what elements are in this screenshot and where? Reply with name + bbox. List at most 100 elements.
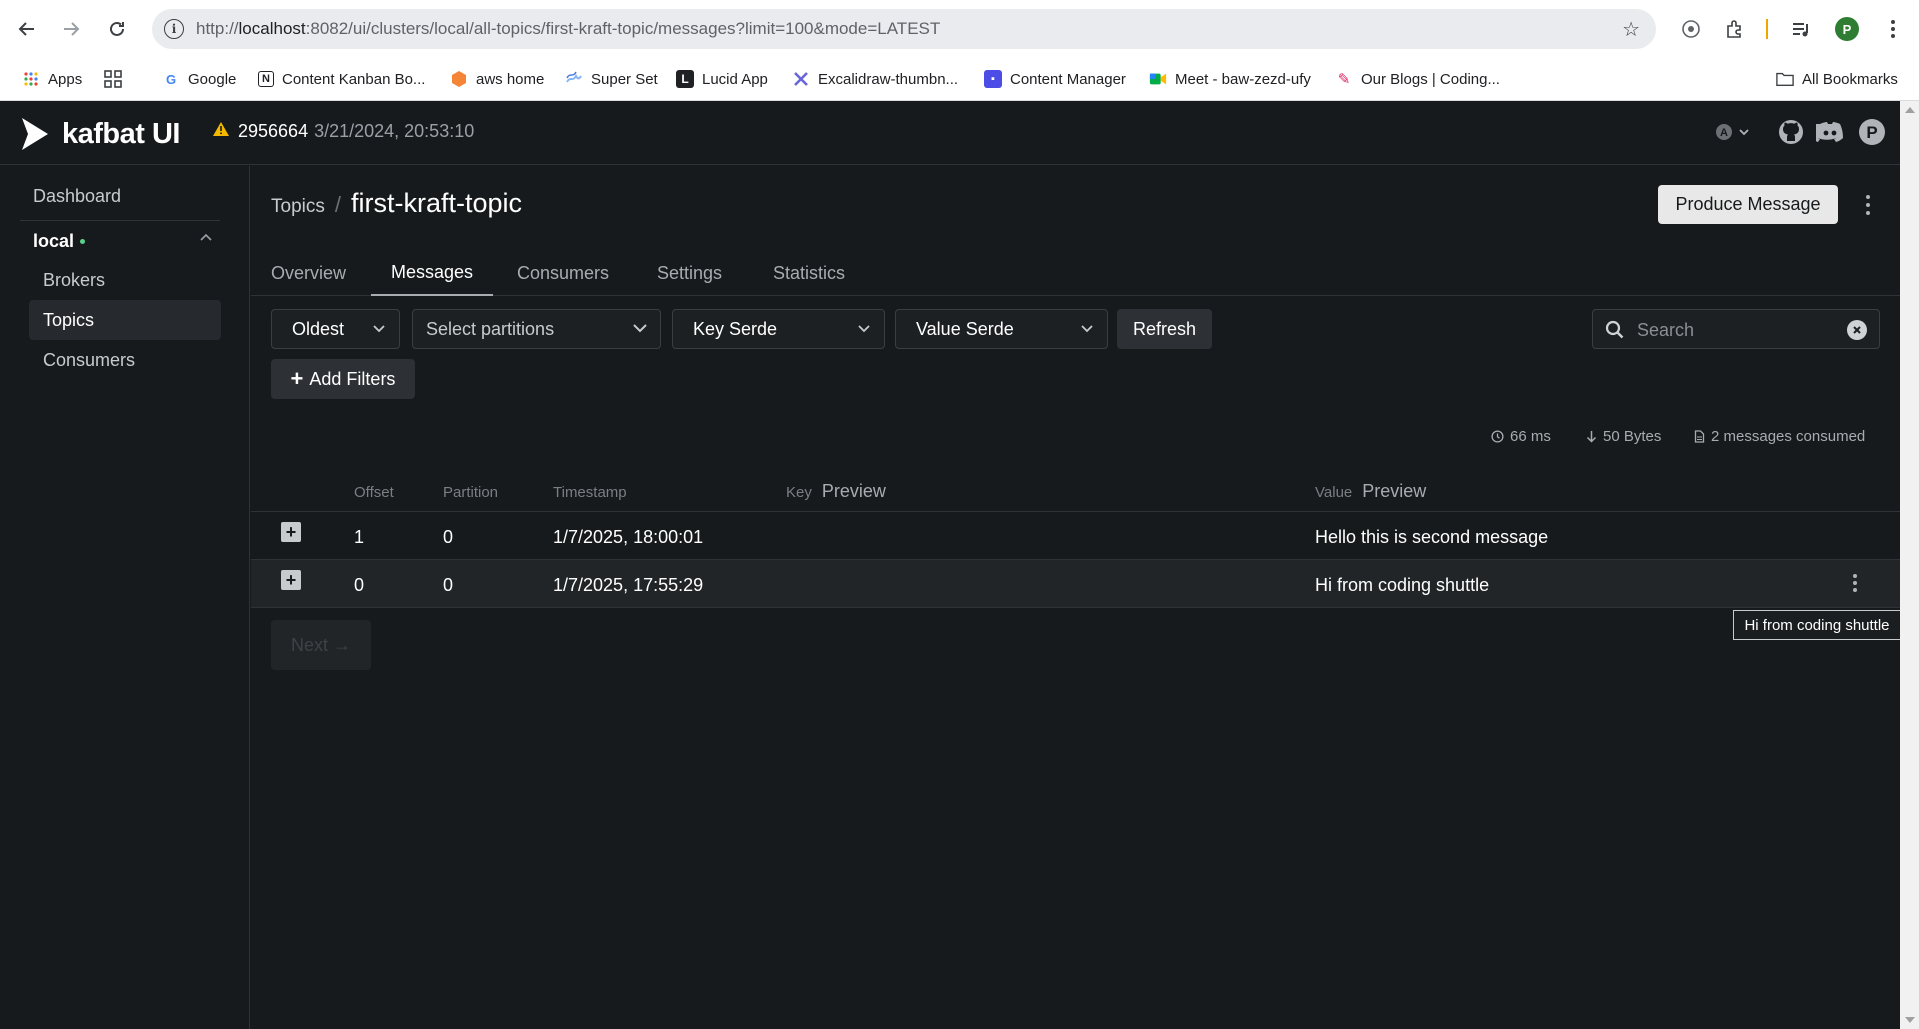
- cell-timestamp: 1/7/2025, 17:55:29: [553, 575, 704, 595]
- search-input[interactable]: [1637, 316, 1837, 344]
- warning-icon: [212, 121, 230, 142]
- version-number[interactable]: 2956664: [238, 121, 308, 142]
- bookmark-star-icon[interactable]: ☆: [1622, 17, 1640, 42]
- key-serde-select[interactable]: Key Serde: [672, 309, 885, 349]
- next-page-button[interactable]: Next →: [271, 620, 371, 670]
- search-icon: [1605, 320, 1624, 339]
- bookmark-meet[interactable]: Meet - baw-zezd-ufy: [1149, 68, 1311, 90]
- page-scrollbar[interactable]: [1900, 101, 1919, 1029]
- media-control-icon[interactable]: [1786, 14, 1816, 44]
- chevron-up-icon[interactable]: [199, 229, 213, 245]
- extension-icon[interactable]: [1676, 14, 1706, 44]
- lucid-icon: L: [676, 70, 694, 88]
- back-arrow-icon[interactable]: [12, 14, 42, 44]
- stat-elapsed: 66 ms: [1491, 428, 1551, 445]
- expand-row-icon[interactable]: +: [281, 522, 301, 542]
- scroll-up-icon[interactable]: [1905, 107, 1915, 113]
- topic-tabs: Overview Messages Consumers Settings Sta…: [251, 250, 1900, 296]
- table-row[interactable]: + 1 0 1/7/2025, 18:00:01 Hello this is s…: [251, 512, 1900, 560]
- messages-table-header: Offset Partition Timestamp Key Preview Va…: [251, 472, 1900, 512]
- partitions-placeholder: Select partitions: [426, 318, 555, 339]
- refresh-button[interactable]: Refresh: [1117, 309, 1212, 349]
- add-filters-button[interactable]: + Add Filters: [271, 359, 415, 399]
- user-avatar[interactable]: P: [1857, 117, 1887, 147]
- clear-search-icon[interactable]: [1847, 320, 1867, 340]
- bookmark-super-set[interactable]: Super Set: [565, 68, 658, 90]
- tab-consumers[interactable]: Consumers: [497, 250, 629, 296]
- profile-avatar[interactable]: P: [1832, 14, 1862, 44]
- value-serde-select[interactable]: Value Serde: [895, 309, 1108, 349]
- browser-chrome: i http://localhost:8082/ui/clusters/loca…: [0, 0, 1919, 143]
- github-icon[interactable]: [1776, 117, 1806, 147]
- toolbar-divider: [1766, 19, 1768, 39]
- site-info-icon[interactable]: i: [164, 19, 184, 39]
- bookmark-our-blogs[interactable]: ✎ Our Blogs | Coding...: [1335, 68, 1500, 90]
- document-icon: [1694, 430, 1705, 443]
- sidebar-item-topics[interactable]: Topics: [29, 300, 221, 340]
- column-offset[interactable]: Offset: [354, 484, 394, 501]
- tab-settings[interactable]: Settings: [637, 250, 742, 296]
- key-preview-toggle[interactable]: Preview: [822, 481, 886, 501]
- value-preview-toggle[interactable]: Preview: [1362, 481, 1426, 501]
- puzzle-icon[interactable]: [1720, 14, 1750, 44]
- bookmark-excalidraw[interactable]: Excalidraw-thumbn...: [792, 68, 958, 90]
- bookmark-content-kanban[interactable]: N Content Kanban Bo...: [258, 68, 425, 90]
- svg-text:A: A: [1720, 127, 1728, 139]
- app-logo[interactable]: kafbat UI: [20, 116, 180, 152]
- bookmark-all-bookmarks[interactable]: All Bookmarks: [1776, 68, 1898, 90]
- tab-groups-icon[interactable]: [104, 68, 122, 90]
- row-menu-icon[interactable]: [1850, 572, 1860, 594]
- sidebar-cluster-local[interactable]: local: [33, 231, 213, 252]
- column-partition[interactable]: Partition: [443, 484, 498, 501]
- produce-message-button[interactable]: Produce Message: [1658, 185, 1838, 224]
- expand-row-icon[interactable]: +: [281, 570, 301, 590]
- stat-consumed: 2 messages consumed: [1694, 428, 1865, 445]
- reload-icon[interactable]: [102, 14, 132, 44]
- clock-icon: [1491, 430, 1504, 443]
- cell-value: Hi from coding shuttle: [1315, 575, 1490, 595]
- page-title: first-kraft-topic: [350, 188, 523, 218]
- scroll-down-icon[interactable]: [1905, 1017, 1915, 1023]
- seek-mode-value: Oldest: [292, 318, 345, 339]
- cell-offset: 0: [354, 575, 365, 595]
- bookmark-apps[interactable]: Apps: [22, 68, 82, 90]
- address-bar[interactable]: i http://localhost:8082/ui/clusters/loca…: [152, 9, 1656, 49]
- table-row[interactable]: + 0 0 1/7/2025, 17:55:29 Hi from coding …: [251, 560, 1900, 608]
- bookmark-content-manager[interactable]: ▪ Content Manager: [984, 68, 1126, 90]
- apps-grid-icon: [22, 70, 40, 88]
- tab-messages[interactable]: Messages: [371, 250, 494, 296]
- column-timestamp[interactable]: Timestamp: [553, 484, 627, 501]
- sidebar-item-brokers[interactable]: Brokers: [29, 260, 221, 300]
- stat-bytes: 50 Bytes: [1586, 428, 1661, 445]
- breadcrumb: Topics / first-kraft-topic: [271, 188, 522, 219]
- meet-icon: [1149, 70, 1167, 88]
- cell-partition: 0: [443, 527, 454, 547]
- chevron-down-icon: [633, 324, 647, 333]
- bytes-value: 50 Bytes: [1603, 428, 1662, 445]
- bookmark-google[interactable]: G Google: [162, 68, 236, 90]
- bookmark-lucid-app[interactable]: L Lucid App: [676, 68, 768, 90]
- discord-icon[interactable]: [1815, 117, 1845, 147]
- sidebar-divider: [20, 220, 220, 221]
- consumed-value: 2 messages consumed: [1711, 428, 1866, 445]
- tab-statistics[interactable]: Statistics: [753, 250, 865, 296]
- cell-value: Hello this is second message: [1315, 527, 1549, 547]
- sidebar-item-consumers[interactable]: Consumers: [29, 340, 221, 380]
- kafbat-logo-icon: [22, 118, 48, 150]
- topic-menu-icon[interactable]: [1858, 190, 1878, 220]
- seek-mode-select[interactable]: Oldest: [271, 309, 400, 349]
- partitions-select[interactable]: Select partitions: [412, 309, 661, 349]
- notion-icon: N: [258, 71, 274, 87]
- sidebar-item-dashboard[interactable]: Dashboard: [33, 186, 121, 207]
- google-icon: G: [165, 71, 177, 87]
- key-serde-value: Key Serde: [693, 318, 778, 339]
- browser-menu-icon[interactable]: [1878, 14, 1908, 44]
- logo-text: kafbat UI: [62, 117, 180, 150]
- forward-arrow-icon[interactable]: [56, 14, 86, 44]
- folder-icon: [1776, 70, 1794, 88]
- cluster-name: local: [33, 231, 75, 251]
- bookmark-aws-home[interactable]: aws home: [450, 68, 544, 90]
- theme-selector[interactable]: A: [1712, 117, 1756, 147]
- tab-overview[interactable]: Overview: [251, 250, 366, 296]
- breadcrumb-topics-link[interactable]: Topics: [271, 196, 325, 218]
